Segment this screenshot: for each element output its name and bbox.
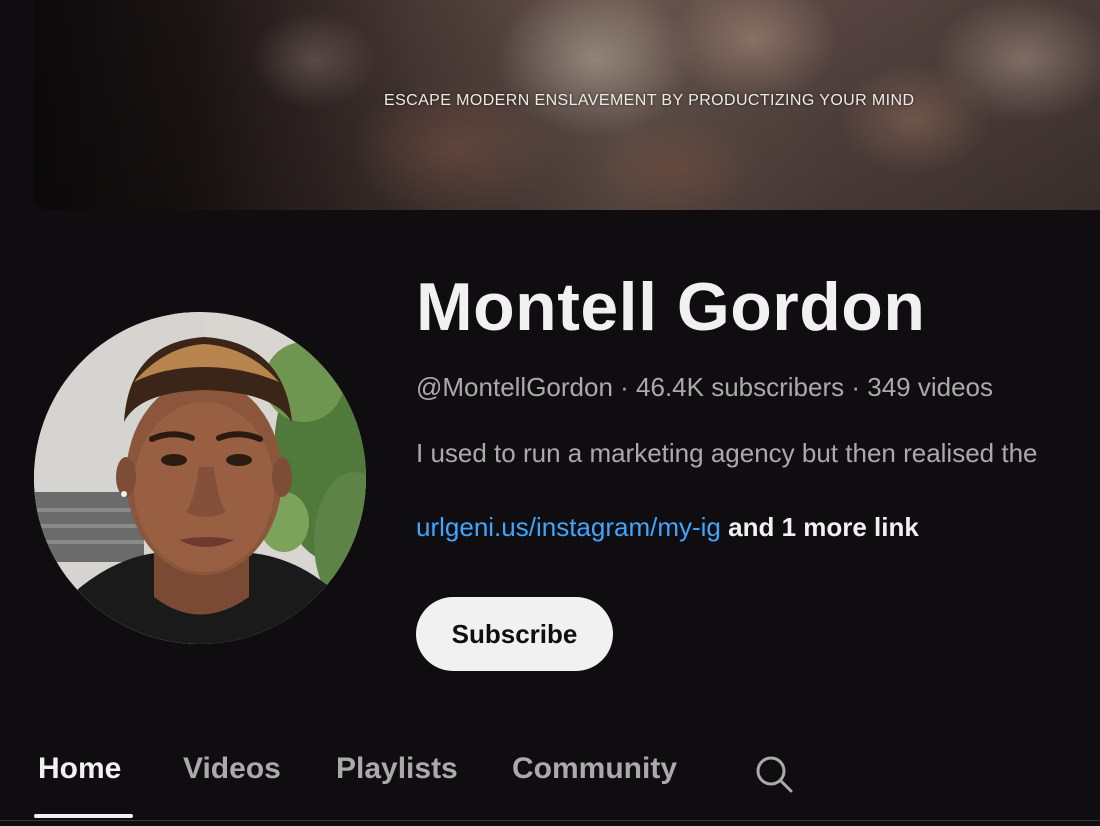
channel-links: urlgeni.us/instagram/my-ig and 1 more li… — [416, 512, 919, 543]
channel-banner: ESCAPE MODERN ENSLAVEMENT BY PRODUCTIZIN… — [34, 0, 1100, 210]
tab-playlists[interactable]: Playlists — [336, 752, 458, 786]
tab-community[interactable]: Community — [512, 752, 677, 786]
channel-name: Montell Gordon — [416, 269, 926, 345]
active-tab-indicator — [34, 814, 133, 818]
tab-home[interactable]: Home — [38, 752, 121, 786]
channel-link[interactable]: urlgeni.us/instagram/my-ig — [416, 512, 721, 542]
channel-meta: @MontellGordon · 46.4K subscribers · 349… — [416, 372, 994, 402]
avatar[interactable] — [34, 312, 366, 644]
search-icon — [756, 756, 793, 793]
tab-search-button[interactable] — [752, 752, 796, 796]
more-links-button[interactable]: and 1 more link — [728, 512, 919, 542]
subscribe-button[interactable]: Subscribe — [416, 597, 613, 671]
avatar-image — [34, 312, 366, 644]
tab-videos[interactable]: Videos — [183, 752, 281, 786]
channel-tabs: Home Videos Playlists Community — [0, 730, 1100, 826]
channel-description[interactable]: I used to run a marketing agency but the… — [416, 438, 1100, 469]
channel-page: ESCAPE MODERN ENSLAVEMENT BY PRODUCTIZIN… — [0, 0, 1100, 826]
banner-tagline: ESCAPE MODERN ENSLAVEMENT BY PRODUCTIZIN… — [384, 92, 915, 109]
tabs-divider — [0, 820, 1100, 821]
